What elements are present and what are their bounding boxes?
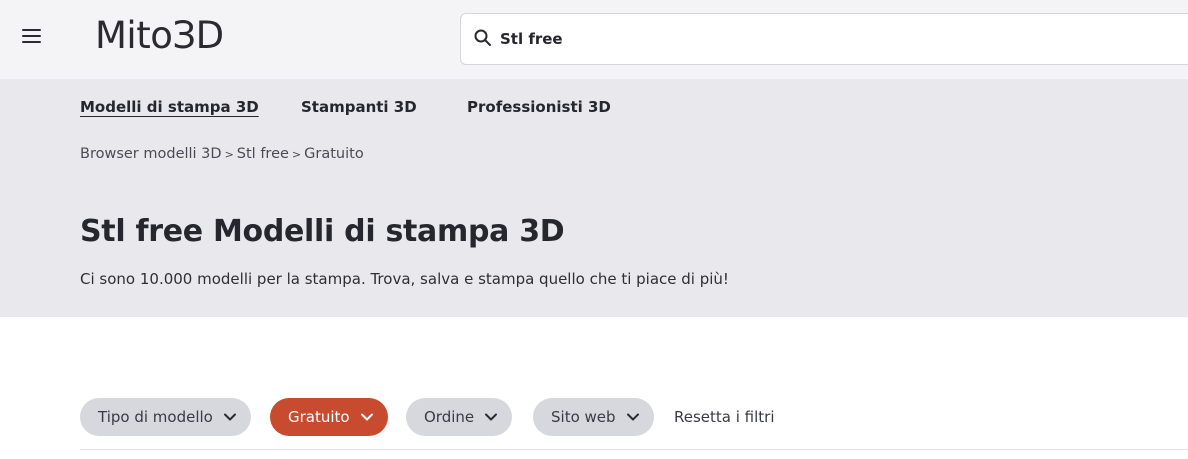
filter-ordine[interactable]: Ordine	[406, 398, 513, 436]
chevron-down-icon	[360, 413, 373, 421]
chevron-down-icon	[223, 413, 236, 421]
search-bar[interactable]	[460, 13, 1188, 65]
hamburger-menu-icon[interactable]	[20, 24, 44, 48]
chevron-down-icon	[626, 413, 639, 421]
reset-filters-link[interactable]: Resetta i filtri	[674, 408, 775, 426]
nav-link-modelli[interactable]: Modelli di stampa 3D	[80, 98, 259, 116]
search-icon	[474, 29, 491, 46]
chevron-down-icon	[485, 413, 498, 421]
top-header: MitoЗD	[0, 0, 1188, 79]
filter-tipo-di-modello[interactable]: Tipo di modello	[80, 398, 251, 436]
page-title: Stl free Modelli di stampa 3D	[80, 214, 565, 249]
nav-link-professionisti[interactable]: Professionisti 3D	[467, 98, 611, 116]
filter-label: Ordine	[424, 408, 475, 426]
breadcrumb: Browser modelli 3D > Stl free > Gratuito	[80, 146, 364, 162]
filter-gratuito[interactable]: Gratuito	[270, 398, 388, 436]
filter-label: Tipo di modello	[98, 408, 213, 426]
breadcrumb-item-browser[interactable]: Browser modelli 3D	[80, 146, 222, 162]
filter-label: Sito web	[551, 408, 616, 426]
filter-sito-web[interactable]: Sito web	[533, 398, 654, 436]
breadcrumb-item-current: Gratuito	[304, 146, 364, 162]
page-subtitle: Ci sono 10.000 modelli per la stampa. Tr…	[80, 270, 729, 288]
breadcrumb-separator: >	[291, 148, 302, 161]
divider	[80, 449, 1188, 450]
filter-label: Gratuito	[288, 408, 350, 426]
nav-link-stampanti[interactable]: Stampanti 3D	[301, 98, 417, 116]
hero-section: Modelli di stampa 3D Stampanti 3D Profes…	[0, 79, 1188, 317]
site-logo[interactable]: MitoЗD	[95, 13, 224, 59]
breadcrumb-separator: >	[224, 148, 234, 161]
breadcrumb-item-stl-free[interactable]: Stl free	[237, 146, 289, 162]
search-input[interactable]	[500, 26, 1100, 52]
